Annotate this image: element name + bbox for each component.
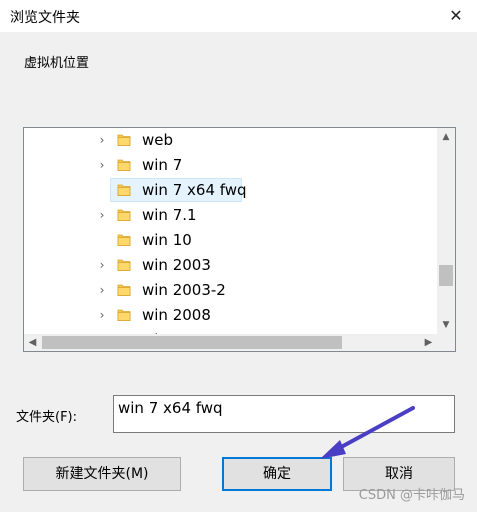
- ok-button[interactable]: 确定: [222, 457, 332, 491]
- tree-item-label: win 7.1: [142, 206, 197, 224]
- folder-field-label: 文件夹(F):: [16, 410, 78, 425]
- tree-item[interactable]: › win 7.1: [24, 203, 432, 228]
- tree-item[interactable]: win 7 x64 fwq: [24, 178, 432, 203]
- tree-item[interactable]: › win 2008: [24, 303, 432, 328]
- folder-tree[interactable]: › web › win 7 win 7 x64 fwq › win 7.1 win 10 › wi…: [23, 127, 456, 352]
- tree-item-label: win 7: [142, 156, 183, 174]
- tree-item[interactable]: › web: [24, 128, 432, 153]
- vertical-scrollbar[interactable]: ▲ ▼: [437, 128, 455, 351]
- new-folder-button[interactable]: 新建文件夹(M): [23, 457, 181, 491]
- tree-item-label: win 2003-2: [142, 281, 226, 299]
- tree-item[interactable]: win 10: [24, 228, 432, 253]
- close-icon[interactable]: ✕: [441, 3, 471, 29]
- chevron-right-icon[interactable]: ›: [96, 258, 108, 272]
- chevron-right-icon[interactable]: ›: [96, 308, 108, 322]
- folder-input[interactable]: win 7 x64 fwq: [113, 395, 455, 433]
- watermark-text: CSDN @卡咔伽马: [358, 488, 465, 503]
- chevron-right-icon[interactable]: ›: [96, 283, 108, 297]
- scroll-left-icon[interactable]: ◀: [24, 334, 41, 351]
- window-title: 浏览文件夹: [10, 10, 80, 26]
- horizontal-scrollbar[interactable]: ◀ ▶: [24, 334, 455, 351]
- folder-icon: [117, 134, 131, 146]
- tree-item-label: win 10: [142, 231, 192, 249]
- vertical-scroll-thumb[interactable]: [439, 265, 453, 286]
- tree-item[interactable]: › win 7: [24, 153, 432, 178]
- folder-icon: [117, 259, 131, 271]
- scroll-up-icon[interactable]: ▲: [437, 128, 455, 146]
- scroll-right-icon[interactable]: ▶: [420, 334, 437, 351]
- prompt-text: 虚拟机位置: [24, 56, 90, 71]
- chevron-right-icon[interactable]: ›: [96, 158, 108, 172]
- tree-item[interactable]: › win 2003: [24, 253, 432, 278]
- horizontal-scroll-thumb[interactable]: [42, 336, 342, 349]
- folder-icon: [117, 184, 131, 196]
- scroll-down-icon[interactable]: ▼: [437, 316, 455, 334]
- folder-icon: [117, 309, 131, 321]
- chevron-right-icon[interactable]: ›: [96, 208, 108, 222]
- chevron-right-icon[interactable]: ›: [96, 133, 108, 147]
- folder-icon: [117, 284, 131, 296]
- tree-item-label: win 2008: [142, 306, 211, 324]
- title-bar: 浏览文件夹 ✕: [0, 0, 477, 32]
- folder-icon: [117, 159, 131, 171]
- folder-icon: [117, 209, 131, 221]
- tree-item[interactable]: › win 2003-2: [24, 278, 432, 303]
- tree-item-label: web: [142, 131, 174, 149]
- tree-item-label: win 7 x64 fwq: [142, 181, 247, 199]
- tree-item-label: win 2003: [142, 256, 211, 274]
- folder-icon: [117, 234, 131, 246]
